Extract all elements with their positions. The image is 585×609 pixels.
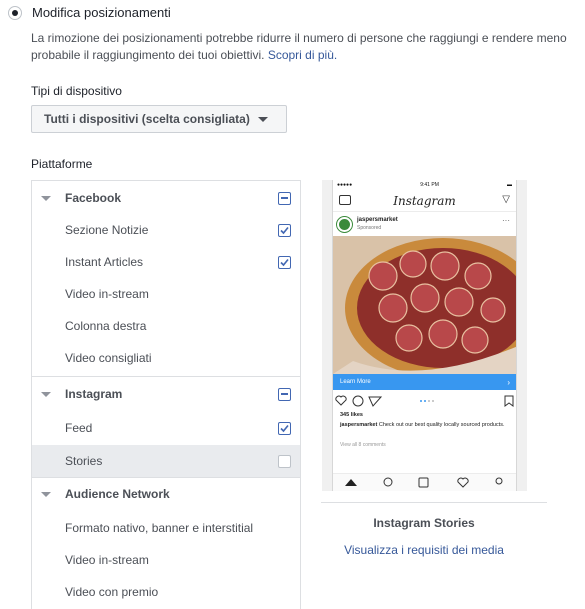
share-icon bbox=[368, 396, 383, 407]
direct-send-icon: ▽ bbox=[502, 194, 510, 205]
placement-description: La rimozione dei posizionamenti potrebbe… bbox=[31, 30, 571, 64]
placement-item[interactable]: Instant Articles bbox=[32, 246, 300, 278]
group-audience-network[interactable]: Audience Network bbox=[32, 478, 300, 510]
activity-heart-icon bbox=[457, 477, 469, 488]
placement-item-label: Sezione Notizie bbox=[65, 223, 149, 237]
cta-label: Learn More bbox=[340, 379, 371, 385]
facebook-group-checkbox[interactable] bbox=[278, 191, 291, 205]
placement-item-label: Formato nativo, banner e interstitial bbox=[65, 521, 254, 535]
placement-checkbox[interactable] bbox=[278, 223, 291, 237]
caret-down-icon bbox=[257, 116, 268, 122]
status-time: 9:41 PM bbox=[420, 182, 439, 188]
post-caption: jaspersmarket Check out our best quality… bbox=[340, 422, 510, 429]
avatar bbox=[337, 217, 352, 232]
collapse-triangle-icon[interactable] bbox=[41, 491, 51, 497]
placement-item[interactable]: Video in-stream bbox=[32, 544, 300, 576]
instagram-tab-bar bbox=[333, 473, 516, 491]
placements-tree: Facebook Sezione Notizie Instant Article… bbox=[31, 180, 301, 609]
group-divider bbox=[32, 376, 300, 377]
instagram-group-checkbox[interactable] bbox=[278, 387, 291, 401]
media-requirements-link[interactable]: Visualizza i requisiti dei media bbox=[321, 543, 527, 557]
caption-user: jaspersmarket bbox=[340, 422, 378, 428]
sponsored-label: Sponsored bbox=[357, 225, 382, 231]
platforms-label: Piattaforme bbox=[31, 157, 93, 171]
group-instagram[interactable]: Instagram bbox=[32, 378, 300, 410]
preview-title: Instagram Stories bbox=[373, 516, 475, 530]
placement-item[interactable]: Video consigliati bbox=[32, 342, 300, 374]
device-type-value: Tutti i dispositivi (scelta consigliata) bbox=[44, 112, 250, 126]
group-label: Audience Network bbox=[65, 487, 170, 501]
placement-radio[interactable] bbox=[8, 5, 22, 20]
search-icon bbox=[383, 477, 393, 487]
placement-item-label: Video in-stream bbox=[65, 287, 149, 301]
placement-option[interactable]: Modifica posizionamenti bbox=[8, 5, 171, 20]
home-icon bbox=[345, 479, 357, 486]
placement-option-label: Modifica posizionamenti bbox=[32, 5, 171, 20]
profile-icon bbox=[495, 477, 503, 485]
status-bar: ●●●●● 9:41 PM ▬ bbox=[333, 182, 516, 190]
placement-item[interactable]: Video con premio bbox=[32, 576, 300, 608]
comment-icon bbox=[352, 395, 364, 407]
view-comments: View all 8 comments bbox=[340, 442, 386, 448]
bookmark-icon bbox=[504, 395, 514, 407]
group-label: Instagram bbox=[65, 387, 123, 401]
placement-item-label: Video consigliati bbox=[65, 351, 152, 365]
caption-text: Check out our best quality locally sourc… bbox=[378, 422, 505, 428]
preview-divider bbox=[321, 502, 547, 503]
learn-more-cta: Learn More › bbox=[333, 374, 516, 390]
placement-item[interactable]: Formato nativo, banner e interstitial bbox=[32, 512, 300, 544]
check-icon bbox=[280, 226, 289, 234]
post-image bbox=[333, 236, 516, 374]
phone-screen: ●●●●● 9:41 PM ▬ Instagram ▽ jaspersmarke… bbox=[332, 180, 517, 491]
placement-item[interactable]: Feed bbox=[32, 412, 300, 444]
placement-item-label: Video con premio bbox=[65, 585, 159, 599]
camera-icon bbox=[339, 195, 351, 205]
heart-icon bbox=[335, 395, 347, 406]
collapse-triangle-icon[interactable] bbox=[41, 391, 51, 397]
device-type-dropdown[interactable]: Tutti i dispositivi (scelta consigliata) bbox=[31, 105, 287, 133]
placement-item[interactable]: Colonna destra bbox=[32, 310, 300, 342]
device-types-label: Tipi di dispositivo bbox=[31, 84, 122, 98]
signal-icon: ●●●●● bbox=[337, 182, 353, 188]
group-label: Facebook bbox=[65, 191, 122, 205]
placement-checkbox[interactable] bbox=[278, 421, 291, 435]
check-icon bbox=[280, 424, 289, 432]
placement-preview: ●●●●● 9:41 PM ▬ Instagram ▽ jaspersmarke… bbox=[322, 180, 527, 491]
more-options-icon: ··· bbox=[502, 216, 510, 225]
instagram-logo: Instagram bbox=[393, 193, 456, 208]
instagram-header: Instagram ▽ bbox=[333, 190, 516, 212]
likes-count: 345 likes bbox=[340, 412, 363, 418]
placement-item[interactable]: Sezione Notizie bbox=[32, 214, 300, 246]
placement-item-label: Instant Articles bbox=[65, 255, 144, 269]
add-post-icon bbox=[418, 477, 429, 488]
learn-more-link[interactable]: Scopri di più. bbox=[268, 48, 337, 62]
placement-checkbox[interactable] bbox=[278, 255, 291, 269]
post-account: jaspersmarket bbox=[357, 217, 398, 223]
check-icon bbox=[280, 258, 289, 266]
carousel-dots-icon bbox=[420, 400, 434, 402]
placement-item-label: Stories bbox=[65, 454, 103, 468]
post-header: jaspersmarket Sponsored ··· bbox=[333, 214, 516, 236]
post-actions bbox=[333, 394, 516, 408]
collapse-triangle-icon[interactable] bbox=[41, 195, 51, 201]
placement-item-stories[interactable]: Stories bbox=[32, 445, 300, 477]
placement-item-label: Feed bbox=[65, 421, 93, 435]
battery-icon: ▬ bbox=[506, 182, 512, 188]
placement-item-label: Video in-stream bbox=[65, 553, 149, 567]
placement-item[interactable]: Video in-stream bbox=[32, 278, 300, 310]
placement-checkbox[interactable] bbox=[278, 454, 291, 468]
group-facebook[interactable]: Facebook bbox=[32, 182, 300, 214]
placement-item-label: Colonna destra bbox=[65, 319, 147, 333]
chevron-right-icon: › bbox=[507, 377, 510, 387]
